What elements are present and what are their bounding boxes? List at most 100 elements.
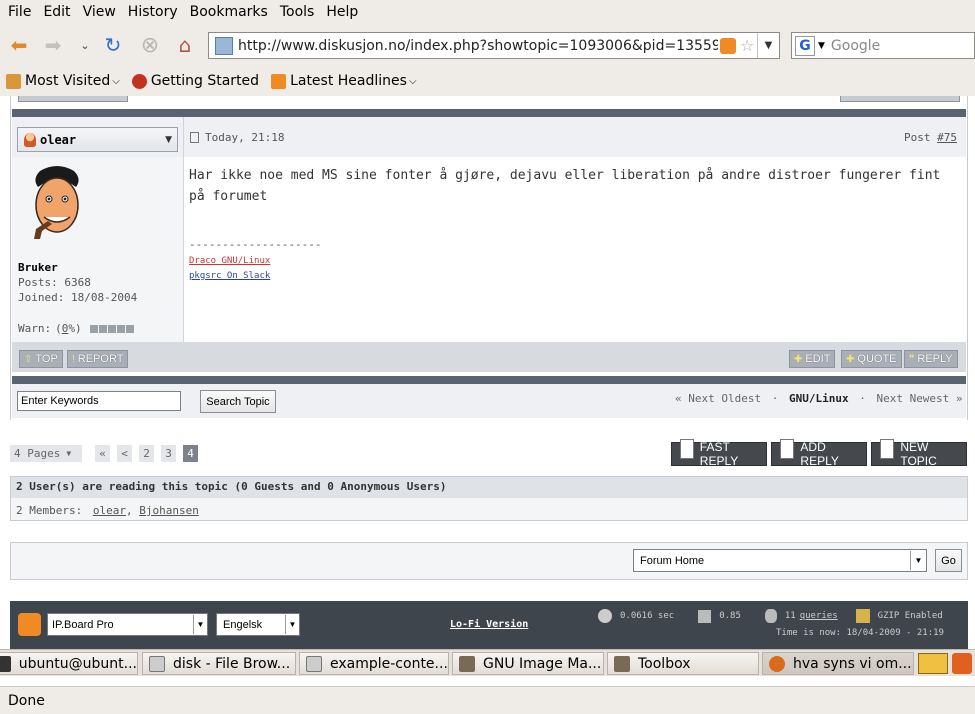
pages-dropdown[interactable]: 4 Pages ▼ xyxy=(10,445,82,462)
menu-bookmarks[interactable]: Bookmarks xyxy=(186,4,276,20)
reply-button-label: REPLY xyxy=(917,353,953,365)
first-page-link[interactable]: « xyxy=(95,445,110,462)
signature-link-draco[interactable]: Draco GNU/Linux xyxy=(189,256,270,266)
quote-button[interactable]: ✚ QUOTE xyxy=(841,350,902,368)
nav-separator: · xyxy=(771,392,779,405)
top-button[interactable]: ⇧ TOP xyxy=(19,350,63,368)
rss-feed-icon[interactable] xyxy=(720,37,736,54)
page-link[interactable]: 3 xyxy=(161,445,176,462)
document-icon xyxy=(780,439,795,459)
forum-jump-select[interactable]: Forum Home ▼ xyxy=(633,549,927,572)
chevron-down-icon: ▼ xyxy=(285,615,299,634)
add-reply-label: ADD REPLY xyxy=(800,440,839,468)
bookmark-latest-headlines[interactable]: Latest Headlines ⌵ xyxy=(271,73,417,89)
active-users-title: 2 User(s) are reading this topic (0 Gues… xyxy=(16,480,447,493)
folder-icon xyxy=(306,655,322,672)
post-separator-bar xyxy=(12,109,966,117)
page-content: olear ▼ Today, 21:18 Post #75 Bruker Pos… xyxy=(0,96,975,649)
current-time: Time is now: 18/04-2009 - 21:19 xyxy=(776,628,944,638)
member-link[interactable]: olear xyxy=(93,504,126,517)
warn-block xyxy=(125,324,134,333)
search-input[interactable]: Google xyxy=(831,38,880,54)
document-icon xyxy=(680,439,694,459)
page-link[interactable]: 2 xyxy=(139,445,154,462)
reply-button[interactable]: ❞ REPLY xyxy=(904,350,958,368)
add-reply-button[interactable]: ADD REPLY xyxy=(771,439,867,468)
forum-link[interactable]: GNU/Linux xyxy=(789,392,849,405)
firefox-icon xyxy=(769,655,785,672)
warn-bar xyxy=(89,324,134,333)
trash-icon[interactable] xyxy=(952,653,972,674)
language-selected: Engelsk xyxy=(223,618,263,631)
bookmark-most-visited[interactable]: Most Visited ⌵ xyxy=(6,73,120,89)
language-select[interactable]: Engelsk ▼ xyxy=(216,613,300,636)
keywords-input[interactable]: Enter Keywords xyxy=(17,391,181,411)
task-toolbox[interactable]: Toolbox xyxy=(607,652,759,675)
stop-icon[interactable]: ⊗ xyxy=(137,32,163,58)
engine-dropdown-icon[interactable]: ▼ xyxy=(818,41,825,51)
history-dropdown-icon[interactable]: ⌄ xyxy=(72,32,98,58)
menu-history[interactable]: History xyxy=(124,4,186,20)
warn-block xyxy=(116,324,125,333)
post-number: Post #75 xyxy=(904,131,957,144)
warn-open: ( xyxy=(55,322,62,335)
author-dropdown[interactable]: olear ▼ xyxy=(17,127,178,152)
workspace-switcher-icon[interactable] xyxy=(918,653,948,674)
skin-select[interactable]: IP.Board Pro ▼ xyxy=(47,613,208,636)
new-topic-button[interactable]: NEW TOPIC xyxy=(871,439,967,468)
lofi-version-link[interactable]: Lo-Fi Version xyxy=(450,619,528,630)
arrow-up-icon: ⇧ xyxy=(24,353,33,365)
back-arrow-icon[interactable]: ⬅ xyxy=(6,32,32,58)
search-bar[interactable]: G ▼ Google xyxy=(791,32,975,59)
report-button[interactable]: ! REPORT xyxy=(67,350,129,368)
url-bar[interactable]: http://www.diskusjon.no/index.php?showto… xyxy=(208,32,780,59)
post-document-icon xyxy=(190,132,199,143)
user-post-count: Posts: 6368 xyxy=(18,276,91,289)
post-number-link[interactable]: #75 xyxy=(937,131,957,144)
signature-link-pkgsrc[interactable]: pkgsrc On Slack xyxy=(189,271,270,281)
task-firefox[interactable]: hva syns vi om... xyxy=(762,652,914,675)
next-oldest-link[interactable]: « Next Oldest xyxy=(675,392,761,405)
member-link[interactable]: Bjohansen xyxy=(139,504,199,517)
user-warn-level: Warn: ( 0 %) xyxy=(18,322,134,335)
search-topic-button[interactable]: Search Topic xyxy=(200,390,276,413)
bookmark-star-icon[interactable]: ☆ xyxy=(740,36,754,55)
task-gimp[interactable]: GNU Image Ma... xyxy=(452,652,604,675)
task-label: example-conte... xyxy=(330,655,448,672)
url-dropdown-icon[interactable]: ▼ xyxy=(757,33,779,58)
nav-separator: · xyxy=(859,392,866,405)
google-engine-icon[interactable]: G xyxy=(795,35,815,56)
menu-help[interactable]: Help xyxy=(322,4,366,20)
members-label: 2 Members: xyxy=(16,504,83,517)
bookmark-getting-started-label: Getting Started xyxy=(150,73,260,89)
bookmark-folder-icon xyxy=(6,73,21,89)
edit-button[interactable]: ✚ EDIT xyxy=(789,350,836,368)
reload-icon[interactable]: ↻ xyxy=(100,32,126,58)
next-newest-link[interactable]: Next Newest » xyxy=(876,392,962,405)
gimp-icon xyxy=(614,655,630,672)
url-text[interactable]: http://www.diskusjon.no/index.php?showto… xyxy=(238,38,718,54)
task-example-content[interactable]: example-conte... xyxy=(299,652,449,675)
fast-reply-button[interactable]: FAST REPLY xyxy=(671,439,767,468)
task-file-browser[interactable]: disk - File Brow... xyxy=(142,652,296,675)
queries-link[interactable]: queries xyxy=(800,611,838,621)
bookmark-getting-started[interactable]: Getting Started xyxy=(131,73,260,89)
home-icon[interactable]: ⌂ xyxy=(172,32,198,58)
menu-view[interactable]: View xyxy=(79,4,124,20)
bookmark-most-visited-label: Most Visited xyxy=(25,73,111,89)
post-end-bar xyxy=(12,376,966,384)
menu-file[interactable]: File xyxy=(4,4,39,20)
forward-arrow-icon[interactable]: ➡ xyxy=(40,32,66,58)
prev-page-link[interactable]: < xyxy=(117,445,132,462)
menu-tools[interactable]: Tools xyxy=(276,4,323,20)
terminal-icon xyxy=(0,655,11,672)
task-terminal[interactable]: ubuntu@ubunt... xyxy=(0,652,138,675)
gzip-icon xyxy=(855,609,870,623)
chevron-down-icon: ▼ xyxy=(66,449,72,458)
menu-edit[interactable]: Edit xyxy=(39,4,78,20)
bookmark-latest-headlines-label: Latest Headlines xyxy=(290,73,407,89)
rss-icon[interactable] xyxy=(18,613,41,636)
plus-icon: ✚ xyxy=(794,353,803,365)
go-button[interactable]: Go xyxy=(935,549,962,572)
warn-percent-link[interactable]: 0 xyxy=(62,322,69,335)
